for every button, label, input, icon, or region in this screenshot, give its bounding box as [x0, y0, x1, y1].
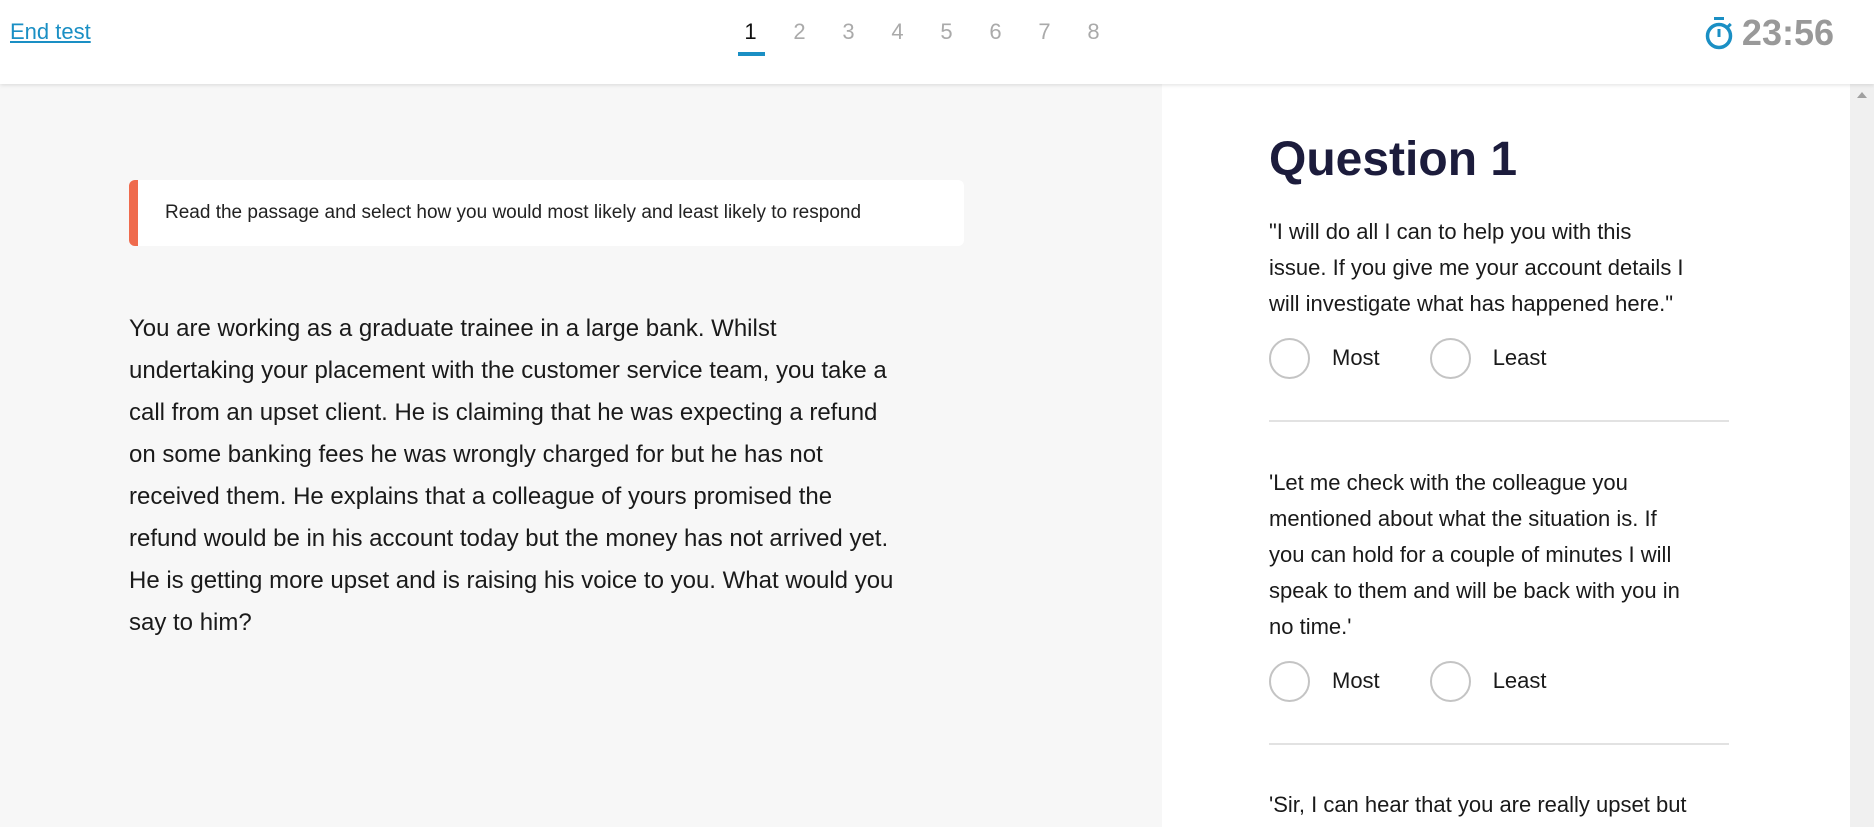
passage-panel: Read the passage and select how you woul… — [0, 84, 1162, 827]
page-1[interactable]: 1 — [726, 19, 775, 56]
top-bar: End test 1 2 3 4 5 6 7 8 23:56 — [0, 0, 1874, 84]
timer: 23:56 — [1704, 12, 1834, 54]
least-label[interactable]: Least — [1493, 345, 1547, 371]
least-radio[interactable]: Least — [1429, 337, 1547, 379]
passage-line: You are working as a graduate trainee in… — [129, 315, 777, 342]
divider — [1269, 420, 1729, 422]
timer-value: 23:56 — [1741, 12, 1834, 53]
passage-line: on some banking fees he was wrongly char… — [129, 441, 823, 468]
option-line: no time.' — [1269, 614, 1352, 639]
radio-circle[interactable] — [1429, 337, 1471, 379]
stopwatch-icon — [1705, 17, 1733, 50]
question-panel: Question 1 "I will do all I can to help … — [1162, 84, 1850, 827]
option-text: 'Let me check with the colleague you men… — [1269, 465, 1729, 645]
instruction-callout: Read the passage and select how you woul… — [129, 180, 964, 246]
option-line: issue. If you give me your account detai… — [1269, 255, 1684, 280]
option-text: 'Sir, I can hear that you are really ups… — [1269, 787, 1729, 823]
radio-circle[interactable] — [1269, 660, 1310, 702]
least-label[interactable]: Least — [1493, 668, 1547, 694]
passage-line: undertaking your placement with the cust… — [129, 357, 887, 384]
passage-line: received them. He explains that a collea… — [129, 483, 833, 510]
option-text: "I will do all I can to help you with th… — [1269, 214, 1729, 322]
page-2[interactable]: 2 — [775, 19, 824, 55]
page-7[interactable]: 7 — [1020, 19, 1069, 55]
option-line: will investigate what has happened here.… — [1269, 291, 1674, 316]
radio-circle[interactable] — [1269, 337, 1310, 379]
page-5[interactable]: 5 — [922, 19, 971, 55]
passage-line: call from an upset client. He is claimin… — [129, 399, 878, 426]
option-line: "I will do all I can to help you with th… — [1269, 219, 1632, 244]
option-line: mentioned about what the situation is. I… — [1269, 506, 1657, 531]
scroll-up-arrow-icon[interactable] — [1857, 92, 1867, 98]
scrollbar[interactable] — [1850, 84, 1874, 827]
option-line: speak to them and will be back with you … — [1269, 578, 1680, 603]
most-radio[interactable]: Most — [1269, 660, 1380, 702]
option-line: 'Sir, I can hear that you are really ups… — [1269, 792, 1687, 817]
passage-line: He is getting more upset and is raising … — [129, 567, 894, 594]
page-3[interactable]: 3 — [824, 19, 873, 55]
most-radio[interactable]: Most — [1269, 337, 1380, 379]
response-option-2: 'Let me check with the colleague you men… — [1269, 465, 1729, 745]
option-line: 'Let me check with the colleague you — [1269, 470, 1628, 495]
page-8[interactable]: 8 — [1069, 19, 1118, 55]
most-label[interactable]: Most — [1332, 668, 1380, 694]
page-4[interactable]: 4 — [873, 19, 922, 55]
most-label[interactable]: Most — [1332, 345, 1380, 371]
least-radio[interactable]: Least — [1429, 660, 1547, 702]
question-pagination: 1 2 3 4 5 6 7 8 — [726, 19, 1118, 56]
response-option-3: 'Sir, I can hear that you are really ups… — [1269, 787, 1729, 823]
page-6[interactable]: 6 — [971, 19, 1020, 55]
response-option-1: "I will do all I can to help you with th… — [1269, 214, 1729, 422]
end-test-link[interactable]: End test — [10, 19, 91, 45]
passage-line: refund would be in his account today but… — [129, 525, 889, 552]
radio-circle[interactable] — [1429, 660, 1471, 702]
divider — [1269, 743, 1729, 745]
question-title: Question 1 — [1269, 133, 1518, 186]
passage-line: say to him? — [129, 609, 252, 636]
passage-text: You are working as a graduate trainee in… — [129, 308, 893, 644]
option-line: you can hold for a couple of minutes I w… — [1269, 542, 1672, 567]
